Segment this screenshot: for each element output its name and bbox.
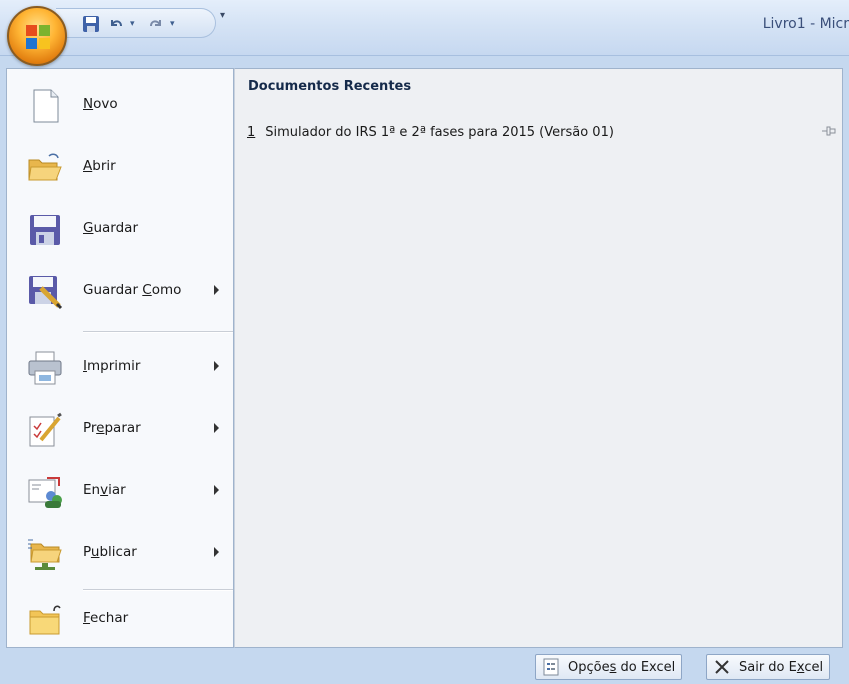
menu-footer: Opções do Excel Sair do Excel — [0, 648, 849, 684]
menu-item-fechar[interactable]: Fechar — [7, 587, 233, 649]
submenu-arrow-icon — [214, 285, 219, 295]
exit-excel-button[interactable]: Sair do Excel — [706, 654, 831, 680]
publish-icon — [28, 539, 62, 570]
menu-item-imprimir[interactable]: Imprimir — [7, 335, 233, 397]
recent-documents-panel: Documentos Recentes 1 Simulador do IRS 1… — [234, 68, 843, 648]
menu-commands: Novo Abrir Guardar Guardar Como Imprimir… — [6, 68, 234, 648]
redo-dropdown-icon[interactable]: ▾ — [170, 13, 175, 35]
menu-item-novo[interactable]: Novo — [7, 73, 233, 135]
menu-separator — [83, 331, 233, 333]
menu-item-abrir[interactable]: Abrir — [7, 135, 233, 197]
quick-access-toolbar: ▾ ▾ — [56, 8, 216, 38]
office-logo-icon — [26, 25, 50, 49]
menu-item-enviar[interactable]: Enviar — [7, 459, 233, 521]
menu-item-label: Imprimir — [83, 358, 141, 374]
pin-icon[interactable] — [821, 124, 837, 138]
open-folder-icon — [28, 153, 62, 181]
printer-icon — [28, 351, 62, 385]
menu-item-publicar[interactable]: Publicar — [7, 521, 233, 583]
customize-qat-icon[interactable]: ▾ — [220, 10, 225, 21]
title-bar: ▾ ▾ ▾ Livro1 - Micr — [0, 0, 849, 56]
floppy-disk-icon — [30, 215, 60, 245]
menu-item-label: Fechar — [83, 610, 129, 626]
menu-item-label: Guardar — [83, 220, 139, 236]
menu-item-preparar[interactable]: Preparar — [7, 397, 233, 459]
recent-documents-title: Documentos Recentes — [248, 79, 412, 94]
close-folder-icon — [29, 605, 61, 635]
menu-item-label: Guardar Como — [83, 282, 182, 298]
submenu-arrow-icon — [214, 485, 219, 495]
recent-document-item[interactable]: 1 Simulador do IRS 1ª e 2ª fases para 20… — [247, 121, 837, 143]
recent-item-number: 1 — [247, 124, 256, 140]
menu-item-label: Abrir — [83, 158, 116, 174]
exit-excel-label: Sair do Excel — [739, 659, 824, 675]
excel-options-button[interactable]: Opções do Excel — [535, 654, 683, 680]
submenu-arrow-icon — [214, 423, 219, 433]
menu-item-label: Novo — [83, 96, 118, 112]
excel-options-label: Opções do Excel — [568, 659, 676, 675]
menu-item-guardar[interactable]: Guardar — [7, 197, 233, 259]
redo-icon[interactable] — [148, 13, 164, 35]
new-document-icon — [33, 89, 59, 123]
menu-item-guardar-como[interactable]: Guardar Como — [7, 259, 233, 321]
menu-item-label: Publicar — [83, 544, 137, 560]
options-icon — [543, 658, 559, 676]
submenu-arrow-icon — [214, 547, 219, 557]
office-menu: Novo Abrir Guardar Guardar Como Imprimir… — [0, 56, 849, 684]
prepare-icon — [29, 412, 62, 447]
menu-item-label: Enviar — [83, 482, 126, 498]
window-title: Livro1 - Micr — [762, 16, 849, 32]
save-icon[interactable] — [82, 13, 100, 35]
office-button[interactable] — [7, 6, 67, 66]
recent-item-name: Simulador do IRS 1ª e 2ª fases para 2015… — [265, 124, 614, 140]
undo-icon[interactable] — [108, 13, 124, 35]
submenu-arrow-icon — [214, 361, 219, 371]
send-icon — [28, 477, 62, 508]
save-as-icon — [29, 276, 63, 310]
menu-item-label: Preparar — [83, 420, 141, 436]
close-icon — [715, 660, 729, 674]
undo-dropdown-icon[interactable]: ▾ — [130, 13, 135, 35]
